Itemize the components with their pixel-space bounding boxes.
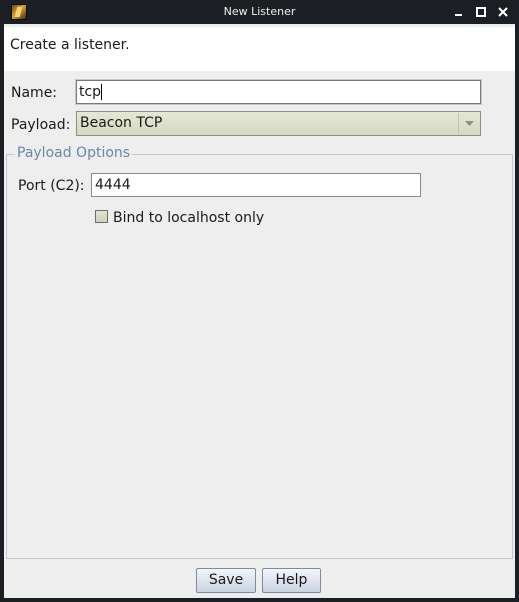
minimize-button[interactable] [451, 4, 467, 20]
close-button[interactable] [495, 4, 511, 20]
payload-select[interactable]: Beacon TCP [76, 111, 481, 136]
header-description: Create a listener. [10, 37, 130, 53]
save-button[interactable]: Save [196, 568, 256, 593]
maximize-icon [476, 7, 486, 17]
name-input[interactable]: tcp [76, 80, 481, 104]
close-icon [498, 7, 508, 17]
dialog-content: Create a listener. Name: tcp Payload: Be… [4, 24, 515, 598]
window-title: New Listener [223, 5, 296, 18]
port-label: Port (C2): [18, 178, 85, 194]
bind-localhost-checkbox[interactable] [95, 210, 108, 223]
name-label: Name: [11, 85, 58, 101]
text-caret [101, 84, 103, 100]
name-value: tcp [79, 84, 102, 100]
help-button[interactable]: Help [262, 568, 321, 593]
chevron-down-icon [465, 121, 474, 126]
new-listener-window: New Listener Create a listener. Name: tc… [0, 0, 519, 602]
bind-localhost-label[interactable]: Bind to localhost only [113, 210, 264, 226]
payload-selected-value: Beacon TCP [80, 115, 163, 131]
payload-dropdown-button[interactable] [458, 113, 479, 134]
minimize-icon [455, 14, 462, 16]
payload-label: Payload: [11, 117, 71, 133]
title-bar[interactable]: New Listener [0, 0, 519, 24]
port-input[interactable]: 4444 [91, 173, 421, 197]
payload-options-title: Payload Options [15, 145, 133, 161]
maximize-button[interactable] [473, 4, 489, 20]
header-panel: Create a listener. [4, 27, 515, 71]
